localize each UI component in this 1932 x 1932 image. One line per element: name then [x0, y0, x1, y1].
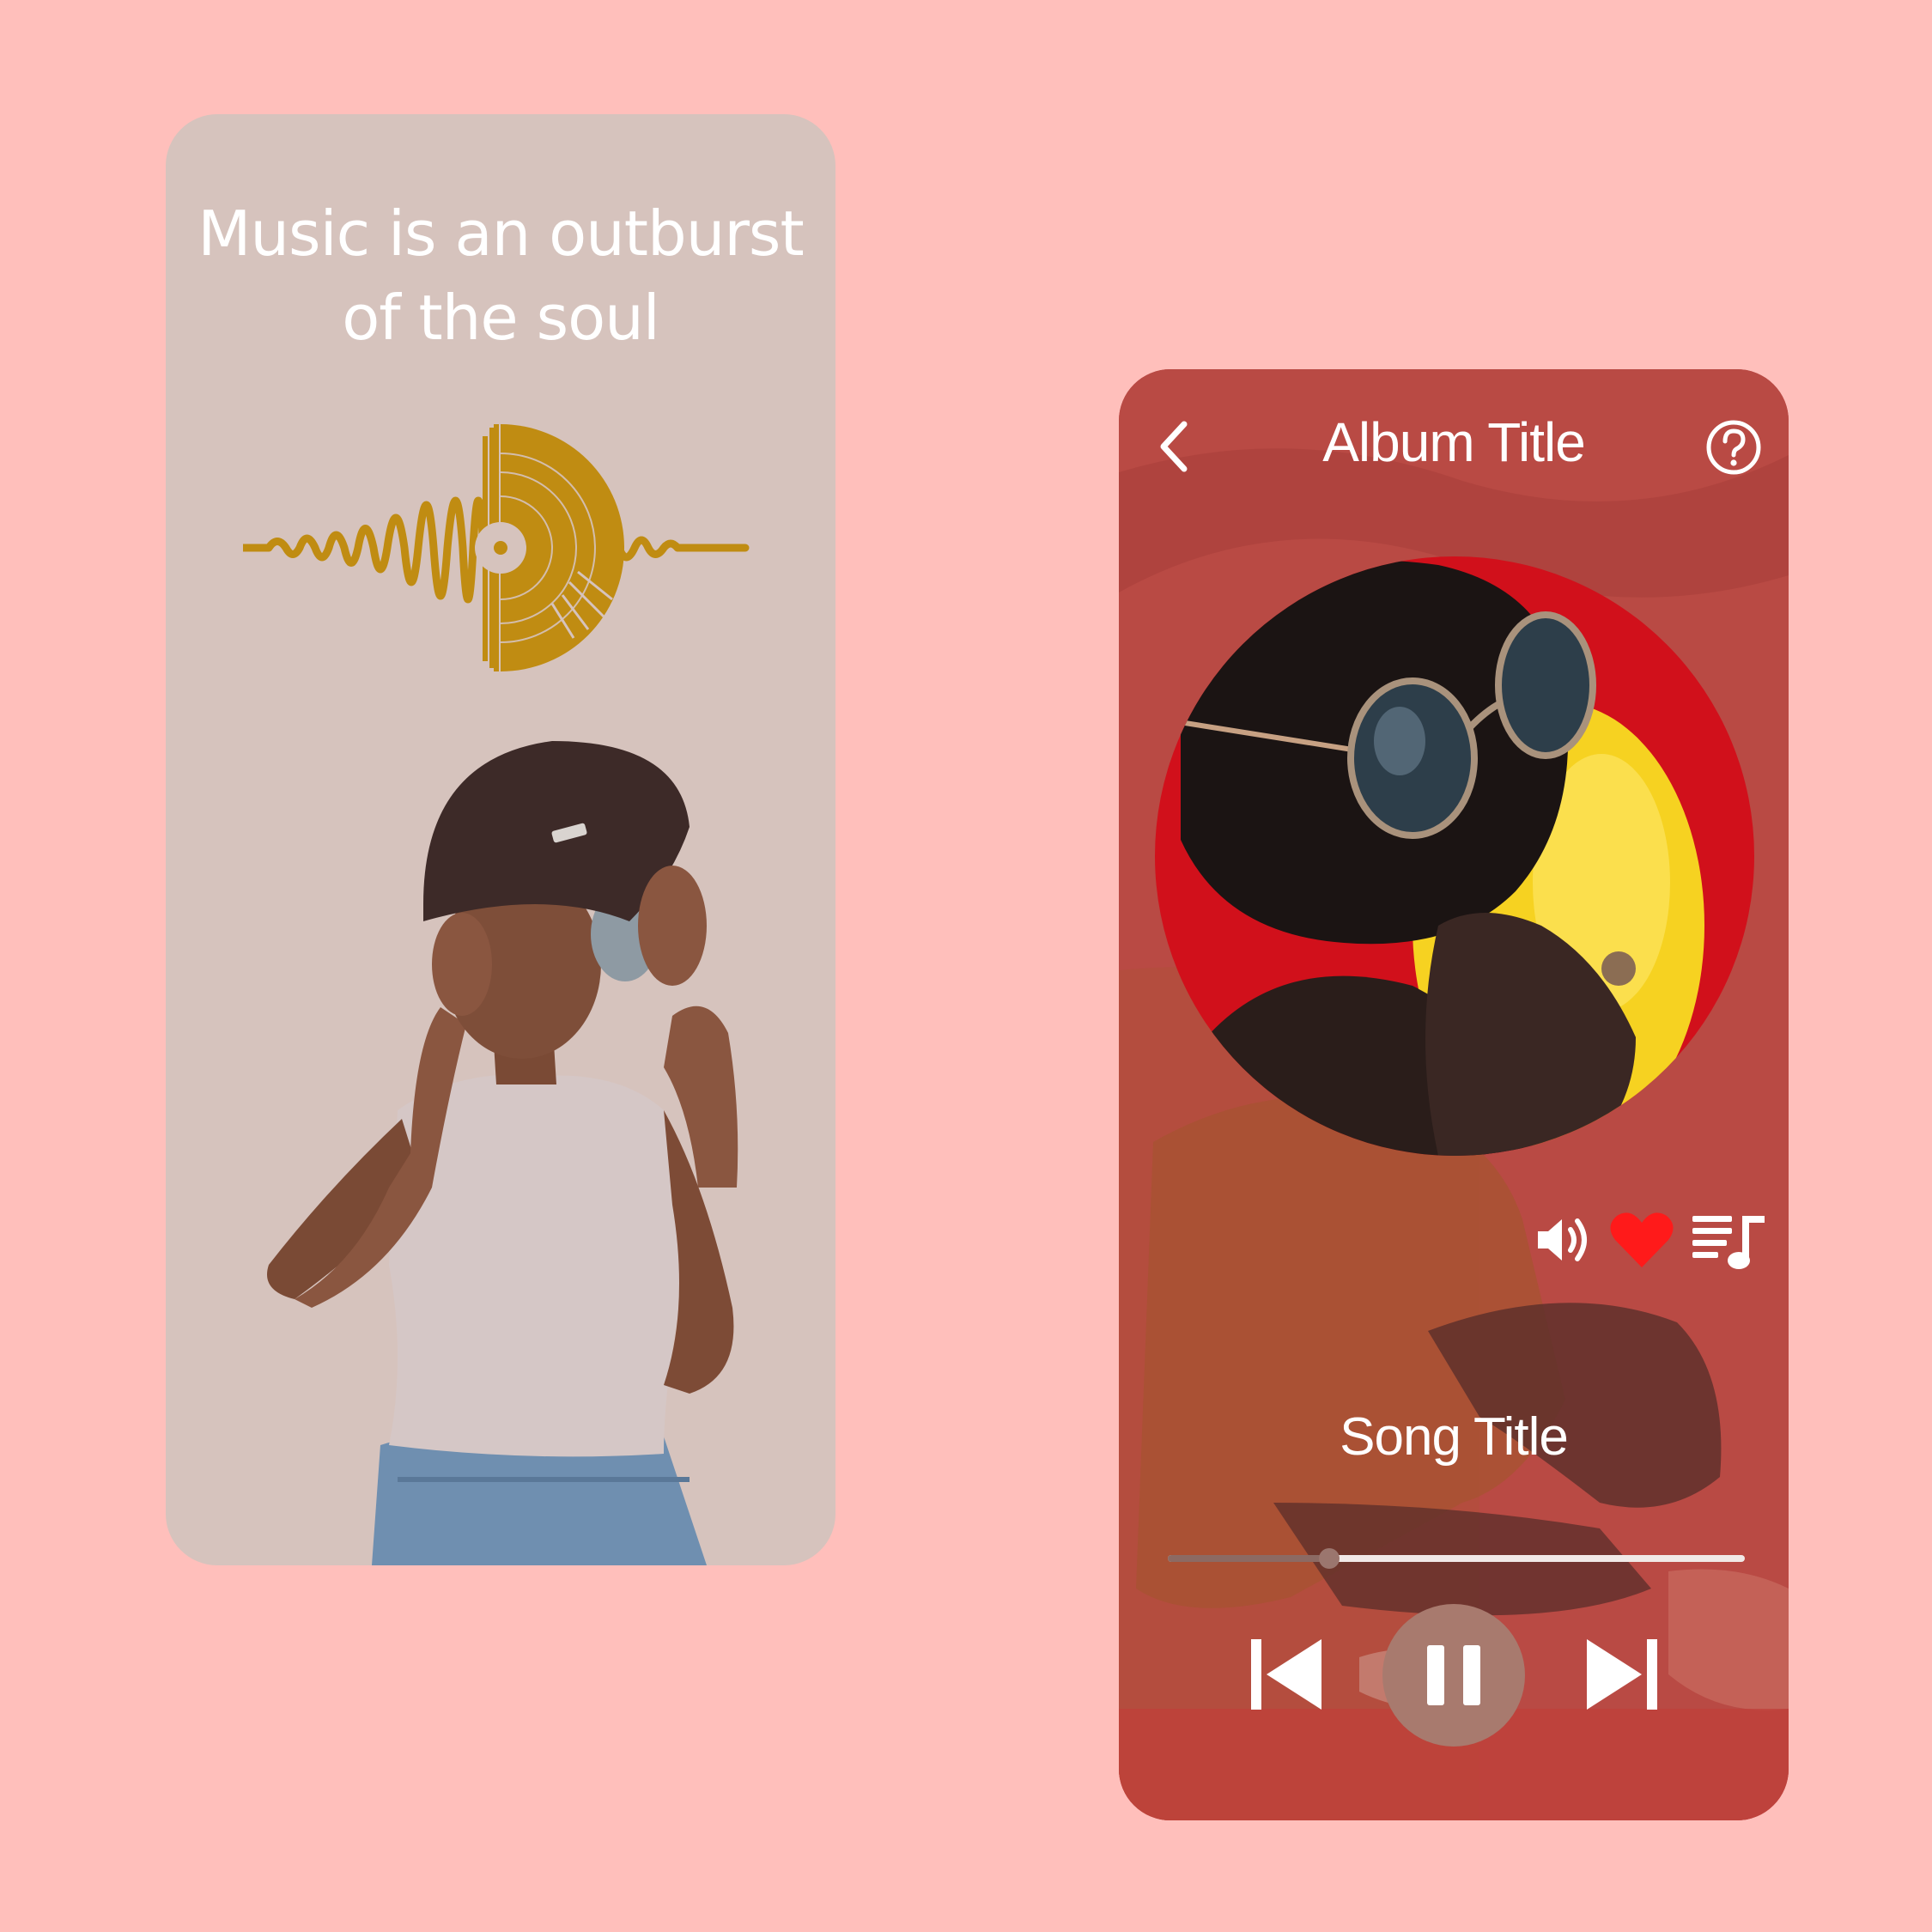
player-header: chevron-left-icon Album Title [1119, 404, 1789, 489]
skip-next-icon [1587, 1639, 1657, 1710]
pause-icon [1427, 1645, 1480, 1705]
chevron-left-icon [1160, 421, 1188, 472]
sound-wave-vinyl-icon [243, 424, 750, 671]
album-art [1155, 556, 1754, 1156]
quote-line-2: of the soul [342, 282, 660, 354]
like-button[interactable] [1608, 1209, 1675, 1271]
skip-previous-icon [1251, 1639, 1321, 1710]
player-screen-card: chevron-left-icon Album Title [1119, 369, 1789, 1820]
volume-button[interactable] [1531, 1209, 1593, 1271]
progress-fill [1168, 1555, 1330, 1562]
woman-with-headphones-photo [267, 741, 738, 1565]
track-actions [1522, 1202, 1771, 1279]
question-circle-icon [1706, 420, 1761, 475]
help-button[interactable] [1705, 419, 1762, 476]
progress-knob[interactable] [1319, 1548, 1340, 1569]
quote-line-1: Music is an outburst [197, 197, 804, 270]
song-title: Song Title [1340, 1407, 1569, 1467]
pause-button[interactable] [1382, 1604, 1525, 1747]
splash-screen-card: Music is an outburst of the soul [166, 114, 835, 1565]
playlist-icon [1692, 1216, 1765, 1269]
back-button[interactable]: chevron-left-icon [1145, 412, 1205, 481]
progress-slider[interactable] [1168, 1548, 1745, 1569]
volume-icon [1538, 1218, 1587, 1261]
next-button[interactable] [1583, 1636, 1661, 1713]
splash-quote: Music is an outburst of the soul [191, 191, 810, 360]
playback-controls [1119, 1601, 1789, 1756]
album-title: Album Title [1322, 411, 1586, 473]
heart-icon [1610, 1212, 1674, 1267]
playlist-button[interactable] [1691, 1209, 1768, 1271]
previous-button[interactable] [1248, 1636, 1325, 1713]
